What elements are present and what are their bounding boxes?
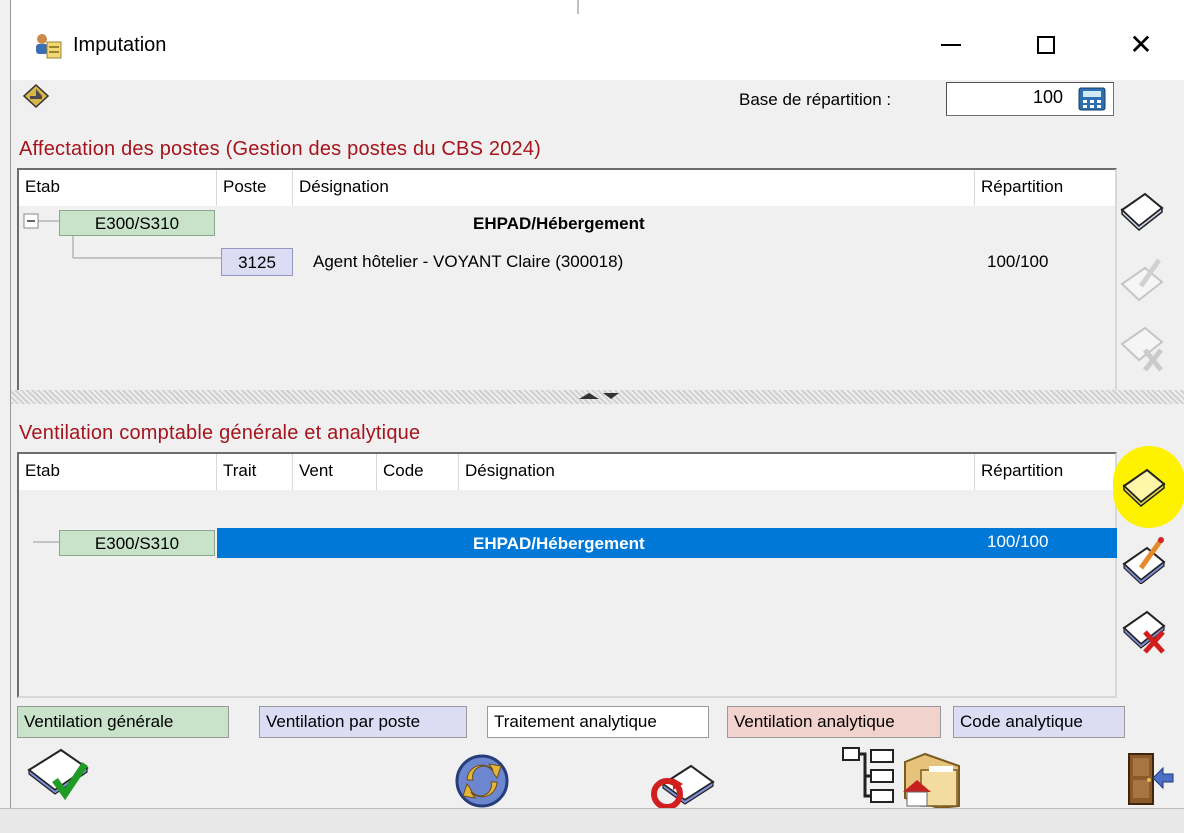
col-designation[interactable]: Désignation xyxy=(459,454,975,490)
background-separator xyxy=(577,0,579,14)
reset-icon[interactable] xyxy=(647,760,717,808)
imputation-window: Imputation ✕ Base de répartition : 100 A… xyxy=(10,0,1184,808)
legend-label: Ventilation par poste xyxy=(266,712,421,731)
minimize-button[interactable] xyxy=(921,20,981,70)
maximize-icon xyxy=(1037,36,1055,54)
legend-code-analytique: Code analytique xyxy=(953,706,1125,738)
col-poste[interactable]: Poste xyxy=(217,170,293,206)
edit-document-icon[interactable] xyxy=(1119,256,1165,306)
add-document-icon[interactable] xyxy=(1119,186,1165,236)
panel-splitter[interactable] xyxy=(11,390,1184,404)
row-poste[interactable]: 3125 xyxy=(221,248,293,276)
validate-icon[interactable] xyxy=(25,746,95,802)
legend-label: Traitement analytique xyxy=(494,712,657,731)
tree-icon[interactable] xyxy=(841,746,897,808)
col-designation[interactable]: Désignation xyxy=(293,170,975,206)
app-icon xyxy=(36,34,62,59)
col-etab[interactable]: Etab xyxy=(19,170,217,206)
legend-label: Code analytique xyxy=(960,712,1083,731)
ventilation-grid[interactable]: Etab Trait Vent Code Désignation Réparti… xyxy=(17,452,1117,698)
legend-traitement-analytique: Traitement analytique xyxy=(487,706,709,738)
legend-ventilation-analytique: Ventilation analytique xyxy=(727,706,941,738)
maximize-button[interactable] xyxy=(1016,20,1076,70)
col-vent[interactable]: Vent xyxy=(293,454,377,490)
background-taskbar-edge xyxy=(0,808,1184,833)
tree-connector xyxy=(33,541,61,543)
edit-document-icon[interactable] xyxy=(1121,534,1167,584)
postes-section-title: Affectation des postes (Gestion des post… xyxy=(19,138,542,160)
base-repartition-label: Base de répartition : xyxy=(739,90,892,109)
ventilation-grid-body: E300/S310 EHPAD/Hébergement 100/100 xyxy=(19,490,1117,696)
postes-grid-body: E300/S310 EHPAD/Hébergement 3125 Agent h… xyxy=(19,206,1115,396)
legend-label: Ventilation analytique xyxy=(734,712,895,731)
selected-row-highlight[interactable] xyxy=(217,528,1117,558)
col-etab[interactable]: Etab xyxy=(19,454,217,490)
row-designation[interactable]: EHPAD/Hébergement xyxy=(473,534,645,554)
refresh-icon[interactable] xyxy=(449,752,515,808)
legend-label: Ventilation générale xyxy=(24,712,174,731)
row-designation[interactable]: Agent hôtelier - VOYANT Claire (300018) xyxy=(313,252,623,272)
legend-ventilation-par-poste: Ventilation par poste xyxy=(259,706,467,738)
background-window-edge xyxy=(11,0,1184,15)
col-repartition[interactable]: Répartition xyxy=(975,454,1115,490)
ventilation-section-title: Ventilation comptable générale et analyt… xyxy=(19,422,421,444)
row-repartition[interactable]: 100/100 xyxy=(987,252,1048,272)
base-repartition-value: 100 xyxy=(1032,87,1063,107)
minimize-icon xyxy=(941,44,961,46)
title-bar[interactable]: Imputation ✕ xyxy=(11,14,1184,80)
col-repartition[interactable]: Répartition xyxy=(975,170,1115,206)
close-icon: ✕ xyxy=(1129,29,1153,60)
window-title: Imputation xyxy=(73,34,167,56)
row-repartition[interactable]: 100/100 xyxy=(987,532,1048,552)
postes-grid[interactable]: Etab Poste Désignation Répartition E300/… xyxy=(17,168,1117,398)
row-etab[interactable]: E300/S310 xyxy=(59,530,215,556)
delete-document-icon[interactable] xyxy=(1121,604,1167,654)
group-designation: EHPAD/Hébergement xyxy=(473,214,645,233)
calculator-icon[interactable] xyxy=(1077,87,1107,111)
add-document-icon[interactable] xyxy=(1121,462,1167,512)
legend-ventilation-generale: Ventilation générale xyxy=(17,706,229,738)
exit-door-icon[interactable] xyxy=(1125,752,1175,808)
postes-grid-header: Etab Poste Désignation Répartition xyxy=(19,170,1115,206)
col-code[interactable]: Code xyxy=(377,454,459,490)
close-button[interactable]: ✕ xyxy=(1111,20,1171,70)
ventilation-grid-header: Etab Trait Vent Code Désignation Réparti… xyxy=(19,454,1115,490)
group-etab[interactable]: E300/S310 xyxy=(59,210,215,236)
diamond-arrow-icon[interactable] xyxy=(23,84,49,108)
splitter-arrows-icon[interactable] xyxy=(573,390,625,402)
col-trait[interactable]: Trait xyxy=(217,454,293,490)
delete-document-icon[interactable] xyxy=(1119,322,1165,372)
folder-home-icon[interactable] xyxy=(899,750,963,808)
base-repartition-input[interactable]: 100 xyxy=(946,82,1114,116)
